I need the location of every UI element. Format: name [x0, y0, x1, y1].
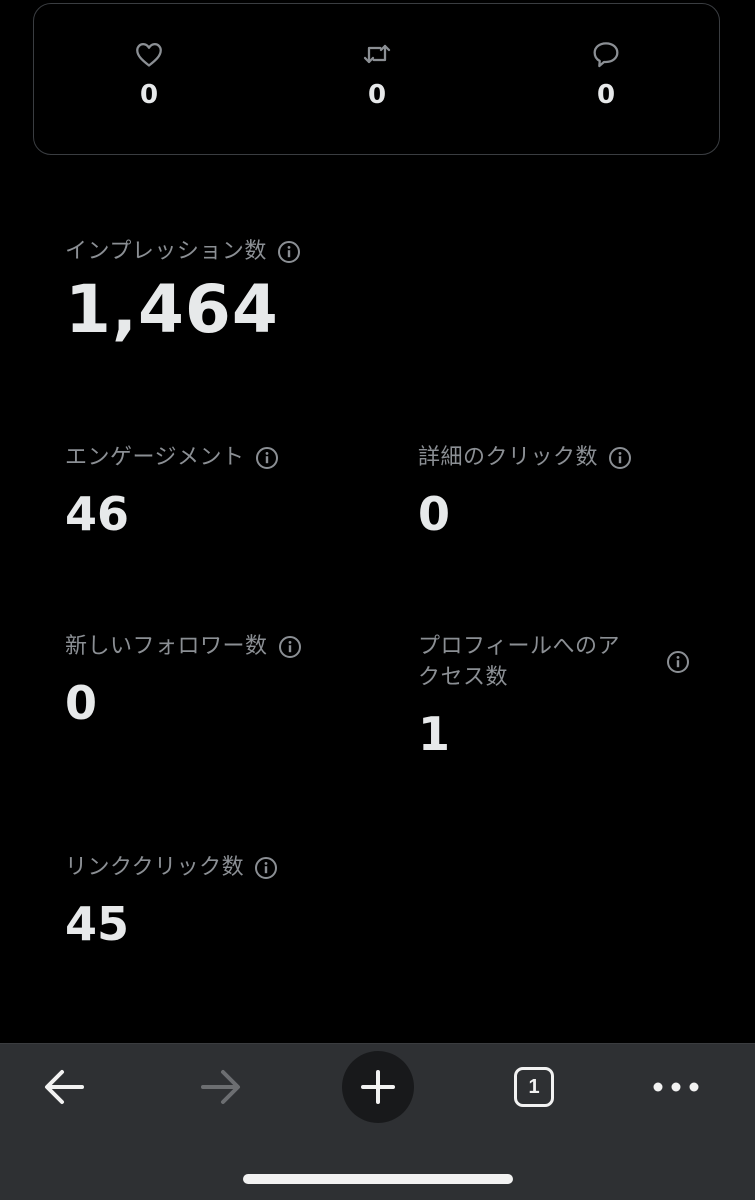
metric-label: エンゲージメント [65, 445, 245, 470]
metric-label-line1: プロフィールへのア [418, 634, 621, 659]
repost-action[interactable]: 0 [337, 38, 417, 108]
new-tab-circle [342, 1051, 414, 1123]
metric-profile-visits: プロフィールへのア クセス数 1 [418, 631, 690, 757]
metric-value: 0 [65, 676, 98, 730]
info-icon[interactable] [666, 650, 690, 674]
tabs-icon: 1 [514, 1067, 554, 1107]
info-icon[interactable] [278, 635, 302, 659]
metric-label: リンククリック数 [65, 855, 245, 880]
metric-value: 0 [418, 487, 451, 541]
more-button[interactable] [640, 1051, 712, 1123]
metric-value: 46 [65, 487, 130, 541]
back-button[interactable] [28, 1051, 100, 1123]
reply-count: 0 [596, 80, 616, 110]
reply-action[interactable]: 0 [566, 38, 646, 108]
back-arrow-icon [45, 1070, 84, 1104]
heart-icon [136, 43, 162, 67]
metric-label: 詳細のクリック数 [418, 445, 599, 470]
home-indicator[interactable] [243, 1174, 513, 1184]
metric-value: 1 [418, 707, 451, 761]
metric-value: 1,464 [65, 271, 279, 348]
info-icon[interactable] [608, 446, 632, 470]
plus-icon [361, 1070, 395, 1104]
like-count: 0 [139, 80, 159, 110]
metric-label: プロフィールへのア クセス数 [418, 631, 620, 693]
engagement-card: 0 0 0 [33, 3, 720, 155]
metric-label-line2: クセス数 [418, 665, 509, 690]
more-icon [653, 1082, 699, 1092]
metric-impressions: インプレッション数 1,464 [65, 236, 301, 343]
reply-icon [593, 42, 619, 68]
metric-detail-clicks: 詳細のクリック数 0 [418, 442, 632, 537]
metric-label: 新しいフォロワー数 [65, 634, 268, 659]
metric-new-followers: 新しいフォロワー数 0 [65, 631, 302, 726]
repost-icon [363, 44, 391, 64]
info-icon[interactable] [277, 240, 301, 264]
tab-count: 1 [528, 1075, 540, 1098]
like-action[interactable]: 0 [109, 38, 189, 108]
metric-engagements: エンゲージメント 46 [65, 442, 279, 537]
metric-label: インプレッション数 [65, 239, 267, 264]
info-icon[interactable] [254, 856, 278, 880]
info-icon[interactable] [255, 446, 279, 470]
new-tab-button[interactable] [342, 1051, 414, 1123]
forward-arrow-icon [201, 1070, 240, 1104]
metric-value: 45 [65, 897, 130, 951]
forward-button[interactable] [185, 1051, 257, 1123]
metric-link-clicks: リンククリック数 45 [65, 852, 278, 947]
repost-count: 0 [367, 80, 387, 110]
tabs-button[interactable]: 1 [498, 1051, 570, 1123]
